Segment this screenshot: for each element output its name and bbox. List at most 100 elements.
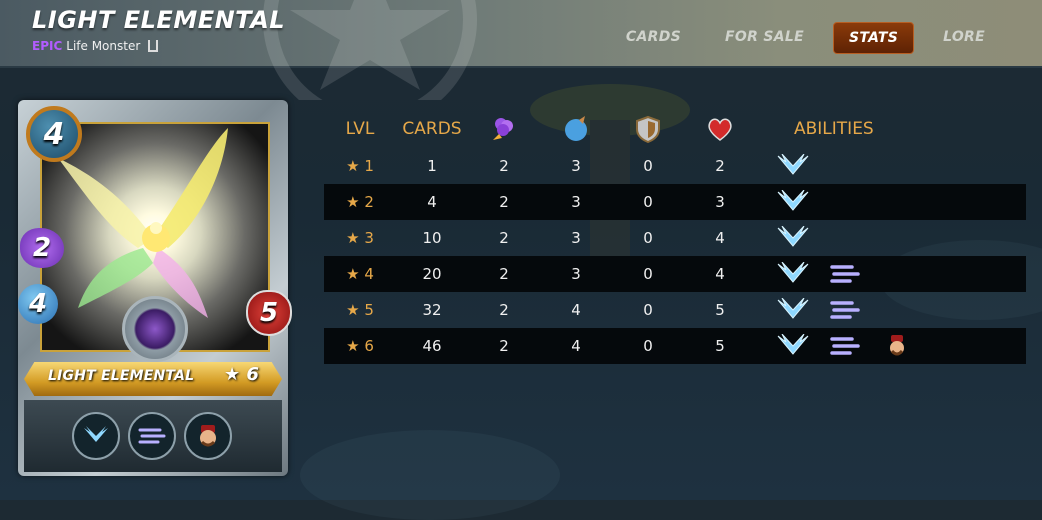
level-number: 5: [364, 301, 374, 319]
column-header-abilities: ABILITIES: [794, 119, 874, 139]
magic-attack-icon: [468, 114, 540, 144]
armor-cell: 0: [643, 157, 653, 175]
mana-cost-badge: 4: [26, 106, 82, 162]
table-row: ★ 4 20 2 3 0 4: [324, 256, 1026, 292]
abilities-cell: [756, 189, 1026, 215]
speed-cell: 3: [571, 229, 581, 247]
level-number: 1: [364, 157, 374, 175]
armor-cell: 0: [643, 229, 653, 247]
star-icon: ★: [346, 337, 360, 355]
background-cloud: [300, 430, 560, 520]
table-row: ★ 5 32 2 4 0 5: [324, 292, 1026, 328]
wind-lines-icon[interactable]: [828, 297, 862, 323]
column-header-level: LVL: [345, 119, 375, 139]
faction-emblem-icon: [263, 0, 477, 100]
tab-bar: CARDS FOR SALE STATS LORE: [597, 22, 1000, 54]
cards-cell: 32: [422, 301, 442, 319]
table-row: ★ 112302: [324, 148, 1026, 184]
star-icon: ★: [346, 157, 360, 175]
magic-cell: 2: [499, 229, 509, 247]
card-level: ★ 6: [224, 364, 259, 385]
magic-cell: 2: [499, 157, 509, 175]
wings-icon: [72, 412, 120, 460]
character-face-icon: [184, 412, 232, 460]
wind-lines-icon: [128, 412, 176, 460]
level-number: 3: [364, 229, 374, 247]
star-icon: ★: [346, 229, 360, 247]
armor-cell: 0: [643, 301, 653, 319]
health-cell: 2: [715, 157, 725, 175]
level-cell: ★ 3: [324, 229, 396, 247]
speed-badge: 4: [18, 284, 58, 324]
health-heart-icon: [684, 114, 756, 144]
wings-icon[interactable]: [776, 261, 810, 287]
abilities-cell: [756, 153, 1026, 179]
card-type-line: EPIC Life Monster: [32, 39, 159, 53]
wind-lines-icon[interactable]: [828, 261, 862, 287]
armor-cell: 0: [643, 337, 653, 355]
level-cell: ★ 1: [324, 157, 396, 175]
tab-stats[interactable]: STATS: [832, 22, 915, 54]
health-cell: 5: [715, 337, 725, 355]
level-cell: ★ 5: [324, 301, 396, 319]
cards-cell: 20: [422, 265, 442, 283]
abilities-cell: [756, 333, 1026, 359]
stats-table: LVL CARDS ABILITIES ★ 1 1 2 3 0 2 ★ 2 4 2 3 0 3 ★ 31…: [324, 110, 1026, 364]
magic-cell: 2: [499, 337, 509, 355]
star-icon: ★: [346, 193, 360, 211]
life-splinter-gem-icon: [122, 296, 188, 362]
level-number: 4: [364, 265, 374, 283]
magic-cell: 2: [499, 193, 509, 211]
monster-type: Life Monster: [66, 39, 141, 53]
tab-for-sale[interactable]: FOR SALE: [710, 22, 819, 54]
monster-card: 4 2 4 5 LIGHT ELEMENTAL ★ 6: [18, 100, 292, 476]
level-cell: ★ 2: [324, 193, 396, 211]
table-row: ★ 2 4 2 3 0 3: [324, 184, 1026, 220]
wings-icon[interactable]: [776, 297, 810, 323]
health-cell: 5: [715, 301, 725, 319]
armor-cell: 0: [643, 193, 653, 211]
character-face-icon[interactable]: [880, 333, 914, 359]
level-cell: ★ 4: [324, 265, 396, 283]
health-cell: 4: [715, 265, 725, 283]
speed-cell: 3: [571, 157, 581, 175]
stats-table-header: LVL CARDS ABILITIES: [324, 110, 1026, 148]
armor-shield-icon: [612, 114, 684, 144]
speed-cell: 4: [571, 301, 581, 319]
magic-cell: 2: [499, 265, 509, 283]
magic-cell: 2: [499, 301, 509, 319]
speed-cell: 3: [571, 265, 581, 283]
table-row: ★ 6 46 2 4 0 5: [324, 328, 1026, 364]
star-icon: ★: [346, 265, 360, 283]
abilities-cell: [756, 297, 1026, 323]
speed-icon: [540, 114, 612, 144]
table-row: ★ 3 10 2 3 0 4: [324, 220, 1026, 256]
level-number: 2: [364, 193, 374, 211]
level-cell: ★ 6: [324, 337, 396, 355]
wind-lines-icon[interactable]: [828, 333, 862, 359]
tab-lore[interactable]: LORE: [928, 22, 1000, 54]
wings-icon[interactable]: [776, 153, 810, 179]
abilities-cell: [756, 225, 1026, 251]
health-cell: 3: [715, 193, 725, 211]
column-header-cards: CARDS: [402, 119, 462, 139]
magic-attack-badge: 2: [20, 228, 64, 268]
cards-cell: 10: [422, 229, 442, 247]
cards-cell: 1: [427, 157, 437, 175]
card-name: LIGHT ELEMENTAL: [48, 368, 195, 384]
star-icon: ★: [346, 301, 360, 319]
wings-icon[interactable]: [776, 189, 810, 215]
health-badge: 5: [246, 290, 292, 336]
page-title: LIGHT ELEMENTAL: [32, 6, 286, 34]
edition-icon: [148, 40, 159, 52]
abilities-cell: [756, 261, 1026, 287]
wings-icon[interactable]: [776, 333, 810, 359]
rarity-label: EPIC: [32, 39, 63, 53]
page-header: LIGHT ELEMENTAL EPIC Life Monster CARDS F…: [0, 0, 1042, 100]
armor-cell: 0: [643, 265, 653, 283]
cards-cell: 4: [427, 193, 437, 211]
health-cell: 4: [715, 229, 725, 247]
cards-cell: 46: [422, 337, 442, 355]
wings-icon[interactable]: [776, 225, 810, 251]
tab-cards[interactable]: CARDS: [611, 22, 696, 54]
